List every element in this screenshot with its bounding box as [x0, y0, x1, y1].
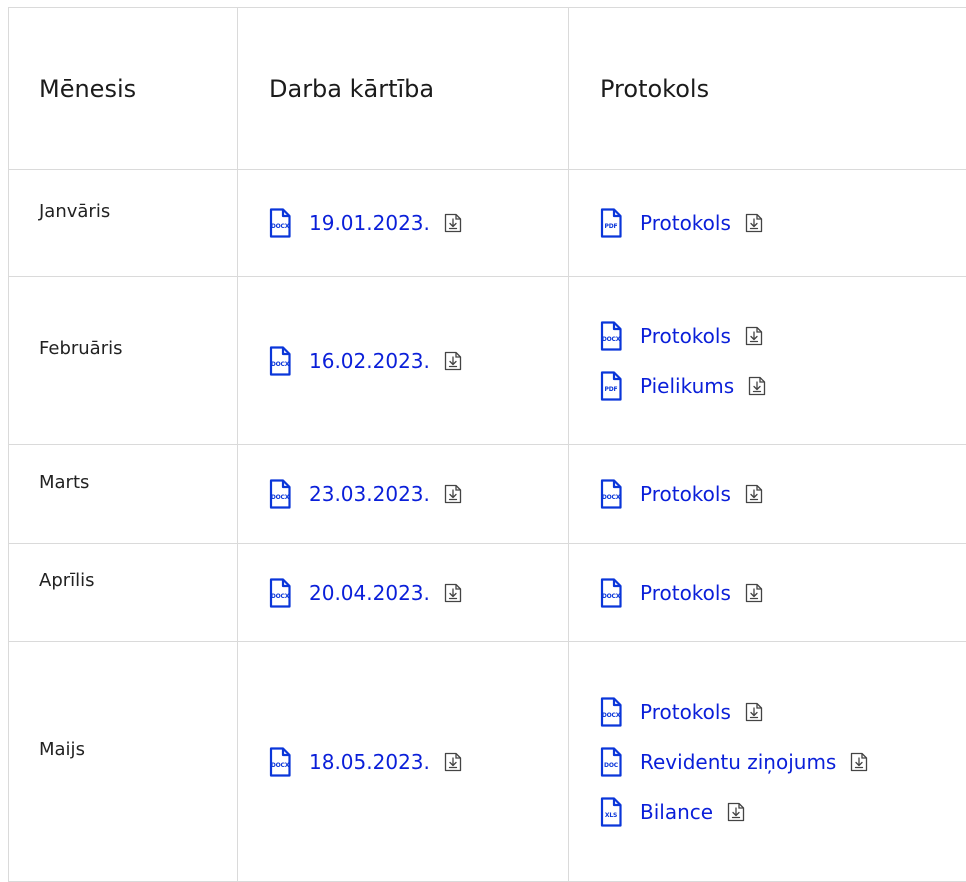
file-icon: DOCX [600, 479, 622, 509]
table-row: Februāris DOCX 16.02.2023. DOCX Protokols PDF… [9, 277, 966, 445]
agenda-cell: DOCX 16.02.2023. [238, 277, 569, 445]
download-icon[interactable] [745, 484, 763, 504]
agenda-link[interactable]: 16.02.2023. [309, 349, 430, 373]
download-icon[interactable] [444, 484, 462, 504]
month-cell: Maijs [9, 642, 238, 882]
file-icon: DOCX [269, 208, 291, 238]
download-icon[interactable] [444, 752, 462, 772]
file-icon: DOC [600, 747, 622, 777]
agenda-cell: DOCX 18.05.2023. [238, 642, 569, 882]
download-icon[interactable] [745, 326, 763, 346]
agenda-file-link[interactable]: DOCX 18.05.2023. [269, 744, 568, 779]
download-icon[interactable] [850, 752, 868, 772]
month-cell: Janvāris [9, 170, 238, 277]
agenda-cell: DOCX 19.01.2023. [238, 170, 569, 277]
file-icon: DOCX [600, 321, 622, 351]
header-month: Mēnesis [9, 8, 238, 170]
agenda-cell: DOCX 20.04.2023. [238, 544, 569, 642]
protocol-link[interactable]: Pielikums [640, 374, 734, 398]
download-icon[interactable] [745, 213, 763, 233]
protocol-file-link[interactable]: PDF Protokols [600, 206, 966, 241]
file-icon: DOCX [269, 346, 291, 376]
meetings-table: Mēnesis Darba kārtība Protokols Janvāris… [8, 7, 966, 882]
protocol-file-link[interactable]: DOCX Protokols [600, 575, 966, 610]
agenda-file-link[interactable]: DOCX 19.01.2023. [269, 206, 568, 241]
protocol-file-link[interactable]: DOCX Protokols [600, 694, 966, 729]
download-icon[interactable] [748, 376, 766, 396]
protocol-file-link[interactable]: XLS Bilance [600, 794, 966, 829]
protocol-link[interactable]: Protokols [640, 581, 731, 605]
agenda-file-link[interactable]: DOCX 16.02.2023. [269, 343, 568, 378]
protocol-link[interactable]: Revidentu ziņojums [640, 750, 836, 774]
protocol-cell: DOCX Protokols [569, 544, 966, 642]
download-icon[interactable] [444, 583, 462, 603]
month-cell: Marts [9, 445, 238, 544]
agenda-link[interactable]: 18.05.2023. [309, 750, 430, 774]
file-icon: DOCX [269, 747, 291, 777]
protocol-link[interactable]: Protokols [640, 700, 731, 724]
protocol-file-link[interactable]: DOC Revidentu ziņojums [600, 744, 966, 779]
agenda-link[interactable]: 23.03.2023. [309, 482, 430, 506]
table-row: Aprīlis DOCX 20.04.2023. DOCX Protokols [9, 544, 966, 642]
table-row: Janvāris DOCX 19.01.2023. PDF Protokols [9, 170, 966, 277]
file-icon: DOCX [600, 578, 622, 608]
protocol-link[interactable]: Bilance [640, 800, 713, 824]
file-icon: XLS [600, 797, 622, 827]
file-icon: PDF [600, 371, 622, 401]
protocol-file-link[interactable]: PDF Pielikums [600, 368, 966, 403]
agenda-file-link[interactable]: DOCX 20.04.2023. [269, 575, 568, 610]
agenda-link[interactable]: 19.01.2023. [309, 211, 430, 235]
month-cell: Februāris [9, 277, 238, 445]
download-icon[interactable] [444, 351, 462, 371]
month-cell: Aprīlis [9, 544, 238, 642]
protocol-link[interactable]: Protokols [640, 324, 731, 348]
protocol-file-link[interactable]: DOCX Protokols [600, 318, 966, 353]
header-protocol: Protokols [569, 8, 966, 170]
page: Mēnesis Darba kārtība Protokols Janvāris… [0, 0, 966, 867]
protocol-cell: PDF Protokols [569, 170, 966, 277]
agenda-cell: DOCX 23.03.2023. [238, 445, 569, 544]
file-icon: PDF [600, 208, 622, 238]
protocol-cell: DOCX Protokols PDF Pielikums [569, 277, 966, 445]
agenda-link[interactable]: 20.04.2023. [309, 581, 430, 605]
file-icon: DOCX [269, 479, 291, 509]
table-header-row: Mēnesis Darba kārtība Protokols [9, 8, 966, 170]
protocol-file-link[interactable]: DOCX Protokols [600, 477, 966, 512]
table-row: Marts DOCX 23.03.2023. DOCX Protokols [9, 445, 966, 544]
header-agenda: Darba kārtība [238, 8, 569, 170]
protocol-cell: DOCX Protokols DOC Revidentu ziņojums XLS Bil… [569, 642, 966, 882]
file-icon: DOCX [269, 578, 291, 608]
file-icon: DOCX [600, 697, 622, 727]
table-row: Maijs DOCX 18.05.2023. DOCX Protokols DOC Revi… [9, 642, 966, 882]
protocol-link[interactable]: Protokols [640, 211, 731, 235]
protocol-link[interactable]: Protokols [640, 482, 731, 506]
agenda-file-link[interactable]: DOCX 23.03.2023. [269, 477, 568, 512]
download-icon[interactable] [727, 802, 745, 822]
download-icon[interactable] [444, 213, 462, 233]
download-icon[interactable] [745, 702, 763, 722]
download-icon[interactable] [745, 583, 763, 603]
protocol-cell: DOCX Protokols [569, 445, 966, 544]
